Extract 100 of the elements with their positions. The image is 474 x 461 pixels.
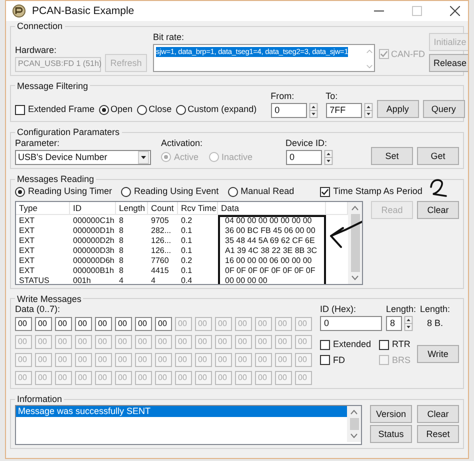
- device-id-field[interactable]: 0: [286, 150, 322, 165]
- byte-field[interactable]: 00: [115, 317, 132, 332]
- table-cell-text: 000000D1h: [72, 226, 116, 236]
- length-field[interactable]: 8: [386, 316, 402, 332]
- spinner-arrows-icon[interactable]: [404, 316, 413, 332]
- table-cell-text: 36 00 BC FB 45 06 00 00: [224, 226, 316, 236]
- byte-field[interactable]: 00: [155, 317, 172, 332]
- device-id-label: Device ID:: [286, 138, 328, 149]
- app-icon: [12, 4, 26, 18]
- table-cell-text: 35 48 44 5A 69 62 CF 6E: [224, 236, 316, 246]
- group-title: Messages Reading: [16, 174, 96, 185]
- set-button[interactable]: Set: [371, 146, 413, 165]
- spinner-arrows-icon[interactable]: [364, 103, 373, 118]
- scroll-up-icon[interactable]: [350, 408, 358, 415]
- table-cell-text: 282...: [150, 226, 172, 236]
- option-checkbox[interactable]: [320, 340, 330, 350]
- table-cell-text: 0F 0F 0F 0F 0F 0F 0F 0F: [224, 266, 316, 276]
- bitrate-label: Bit rate:: [153, 32, 186, 43]
- column-header[interactable]: Type: [16, 202, 70, 214]
- id-field[interactable]: 0: [320, 316, 382, 332]
- radio-button[interactable]: [228, 186, 238, 197]
- byte-field[interactable]: 00: [35, 317, 52, 332]
- scrollbar[interactable]: [348, 202, 362, 284]
- table-cell-text: EXT: [18, 226, 36, 236]
- table-cell-text: 00 00 00 00: [224, 276, 268, 284]
- radio-button[interactable]: [136, 104, 147, 115]
- timestamp-checkbox[interactable]: [320, 186, 330, 197]
- table-cell-text: 7760: [150, 256, 170, 266]
- radio-label: Custom (expand): [188, 104, 257, 116]
- length-label: Length:: [420, 304, 450, 316]
- clear-button[interactable]: Clear: [417, 404, 459, 423]
- extended-frame-checkbox[interactable]: [15, 104, 25, 115]
- byte-field[interactable]: 00: [135, 317, 152, 332]
- table-cell-text: A1 39 4C 38 22 3E 8B 3C: [224, 246, 318, 256]
- activation-label: Activation:: [161, 138, 204, 149]
- table-cell-text: 000000D6h: [72, 256, 116, 266]
- status-button[interactable]: Status: [370, 424, 412, 443]
- scrollbar[interactable]: [347, 406, 361, 442]
- group-title: Message Filtering: [16, 80, 90, 92]
- write-button[interactable]: Write: [417, 345, 459, 364]
- get-button[interactable]: Get: [417, 146, 459, 165]
- spinner-arrows-icon[interactable]: [324, 150, 333, 165]
- checkbox-label: Extended: [333, 339, 372, 350]
- checkbox-label: BRS: [392, 354, 411, 366]
- radio-button[interactable]: [176, 104, 186, 115]
- radio-label: Reading Using Event: [134, 186, 219, 197]
- to-field[interactable]: 7FF: [326, 103, 362, 118]
- column-header[interactable]: Length: [116, 202, 148, 214]
- byte-field[interactable]: 00: [75, 317, 92, 332]
- radio-label: Manual Read: [240, 186, 294, 197]
- checkbox-label: Time Stamp As Period: [333, 186, 422, 197]
- table-cell-text: 126...: [150, 236, 172, 246]
- group-title: Connection: [16, 21, 64, 32]
- table-cell-text: 126...: [150, 246, 172, 256]
- version-button[interactable]: Version: [370, 404, 412, 423]
- table-cell-text: 000000D3h: [72, 246, 116, 256]
- table-cell-text: EXT: [18, 266, 36, 276]
- apply-button[interactable]: Apply: [376, 100, 419, 118]
- column-header[interactable]: Count: [148, 202, 178, 214]
- spinner-arrows-icon[interactable]: [308, 103, 318, 118]
- table-cell-text: 0.2: [180, 256, 194, 266]
- byte-field[interactable]: 00: [15, 317, 32, 332]
- table-cell-text: 4415: [150, 266, 170, 276]
- table-cell-text: 000000D2h: [72, 236, 116, 246]
- scroll-down-icon[interactable]: [350, 432, 358, 439]
- reset-button[interactable]: Reset: [417, 424, 459, 443]
- byte-field[interactable]: 00: [55, 317, 72, 332]
- table-cell-text: 000000B1h: [72, 266, 115, 276]
- option-checkbox[interactable]: [379, 340, 390, 350]
- radio-button[interactable]: [15, 186, 25, 197]
- radio-label: Active: [174, 152, 199, 163]
- table-cell-text: 8: [118, 256, 124, 266]
- parameter-dropdown[interactable]: USB's Device Number: [15, 150, 151, 165]
- radio-label: Close: [148, 104, 172, 116]
- scroll-up-icon[interactable]: [351, 204, 359, 211]
- scroll-down-icon[interactable]: [351, 274, 359, 281]
- table-cell-text: 8: [118, 246, 124, 256]
- clear-button[interactable]: Clear: [417, 200, 459, 219]
- checkbox-label: Extended Frame: [28, 104, 95, 116]
- close-icon[interactable]: [450, 6, 460, 16]
- column-header[interactable]: ID: [70, 202, 116, 214]
- id-label: ID (Hex):: [320, 304, 357, 316]
- radio-button[interactable]: [121, 186, 132, 197]
- list-item[interactable]: Message was successfully SENT: [16, 406, 347, 417]
- table-cell-text: STATUS: [18, 276, 50, 284]
- table-cell-text: 4: [118, 276, 124, 284]
- radio-label: Reading Using Timer: [28, 186, 112, 197]
- table-cell-text: 0.2: [180, 216, 194, 226]
- radio-button[interactable]: [98, 104, 109, 115]
- table-cell-text: 4: [150, 276, 156, 284]
- column-header[interactable]: Rcv Time: [178, 202, 218, 214]
- option-checkbox[interactable]: [320, 355, 330, 366]
- release-button[interactable]: Release: [429, 54, 468, 72]
- query-button[interactable]: Query: [422, 100, 465, 118]
- table-cell-text: EXT: [18, 256, 36, 266]
- from-field[interactable]: 0: [270, 103, 307, 118]
- group-title: Configuration Paramaters: [16, 127, 121, 138]
- column-header[interactable]: Data: [218, 202, 326, 214]
- hardware-label: Hardware:: [15, 44, 58, 56]
- byte-field[interactable]: 00: [95, 317, 112, 332]
